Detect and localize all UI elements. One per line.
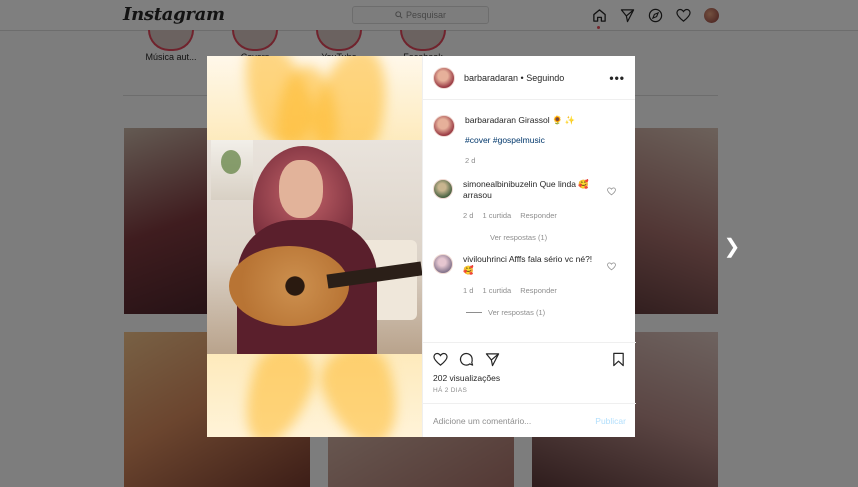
comment-item: simonealbinibuzelin Que linda 🥰 arrasou … — [433, 179, 626, 221]
author-username[interactable]: barbaradaran — [464, 73, 518, 83]
comment-likes[interactable]: 1 curtida — [482, 210, 511, 221]
comment-meta: 1 d 1 curtida Responder — [463, 285, 603, 296]
add-comment-input[interactable] — [433, 415, 596, 426]
author-avatar[interactable] — [433, 115, 455, 137]
share-icon[interactable] — [485, 352, 500, 367]
comment-likes[interactable]: 1 curtida — [482, 285, 511, 296]
view-count[interactable]: 202 visualizações — [433, 373, 626, 383]
save-bookmark-icon[interactable] — [611, 352, 626, 367]
view-replies-label: Ver respostas (1) — [490, 233, 548, 242]
post-modal: barbaradaran • Seguindo ••• barbaradaran… — [207, 56, 636, 437]
caption-hashtags[interactable]: #cover #gospelmusic — [465, 135, 605, 146]
comment-meta: 2 d 1 curtida Responder — [463, 210, 603, 221]
caption-username[interactable]: barbaradaran — [465, 115, 516, 125]
author-line: barbaradaran • Seguindo — [464, 73, 564, 83]
follow-status[interactable]: Seguindo — [526, 73, 564, 83]
comment-bubble-icon[interactable] — [459, 352, 474, 367]
view-replies-button[interactable]: Ver respostas (1) — [466, 308, 626, 317]
caption-time: 2 d — [465, 156, 476, 165]
commenter-avatar[interactable] — [433, 254, 453, 274]
comment-username[interactable]: vivilouhrinci — [463, 254, 507, 264]
caption-body: barbaradaran Girassol 🌻 ✨ #cover #gospel… — [465, 115, 605, 166]
caption: barbaradaran Girassol 🌻 ✨ #cover #gospel… — [433, 115, 626, 166]
reply-button[interactable]: Responder — [520, 285, 557, 296]
view-replies-button[interactable]: Ver respostas (1) — [490, 233, 626, 242]
post-sidebar: barbaradaran • Seguindo ••• barbaradaran… — [422, 56, 636, 437]
like-comment-heart-icon[interactable] — [607, 187, 616, 196]
face — [279, 160, 323, 218]
caption-text: Girassol 🌻 ✨ — [518, 115, 576, 125]
view-replies-label: Ver respostas (1) — [488, 308, 546, 317]
more-options-icon[interactable]: ••• — [609, 72, 625, 84]
like-comment-heart-icon[interactable] — [607, 262, 616, 271]
comment-body: simonealbinibuzelin Que linda 🥰 arrasou … — [463, 179, 603, 221]
video-frame[interactable] — [207, 140, 422, 354]
comments-list[interactable]: barbaradaran Girassol 🌻 ✨ #cover #gospel… — [423, 101, 636, 341]
post-media[interactable] — [207, 56, 422, 437]
caption-meta: 2 d — [465, 155, 605, 166]
next-post-chevron-right-icon[interactable]: ❯ — [723, 236, 741, 258]
add-comment-bar: Publicar — [423, 403, 636, 437]
header-separator: • — [518, 72, 527, 83]
publish-button[interactable]: Publicar — [595, 416, 626, 426]
like-heart-icon[interactable] — [433, 352, 448, 367]
comment-body: vivilouhrinci Afffs fala sério vc né?! 🥰… — [463, 254, 603, 296]
author-avatar[interactable] — [433, 66, 455, 89]
replies-line — [466, 312, 482, 313]
comment-time: 2 d — [463, 211, 474, 220]
reply-button[interactable]: Responder — [520, 210, 557, 221]
comment-username[interactable]: simonealbinibuzelin — [463, 179, 537, 189]
action-icons — [433, 350, 626, 368]
commenter-avatar[interactable] — [433, 179, 453, 199]
plant — [221, 150, 241, 174]
comment-time: 1 d — [463, 286, 474, 295]
post-actions: 202 visualizações HÁ 2 DIAS — [423, 342, 636, 394]
post-header: barbaradaran • Seguindo ••• — [423, 56, 635, 100]
post-timestamp: HÁ 2 DIAS — [433, 387, 468, 394]
comment-item: vivilouhrinci Afffs fala sério vc né?! 🥰… — [433, 254, 626, 296]
